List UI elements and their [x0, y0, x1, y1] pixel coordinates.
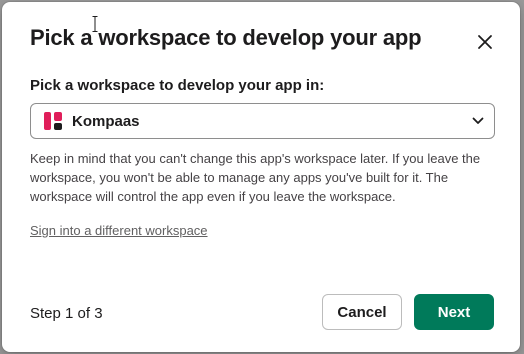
- chevron-down-icon: [472, 117, 484, 124]
- workspace-field-label: Pick a workspace to develop your app in:: [30, 77, 325, 94]
- text-cursor-icon: [92, 16, 98, 32]
- close-icon: [478, 35, 492, 49]
- cancel-button[interactable]: Cancel: [322, 294, 402, 330]
- workspace-select[interactable]: Kompaas: [30, 103, 495, 139]
- dialog-title: Pick a workspace to develop your app: [30, 25, 422, 50]
- workspace-help-text: Keep in mind that you can't change this …: [30, 151, 481, 204]
- workspace-logo-icon: [42, 110, 64, 132]
- selected-workspace-name: Kompaas: [72, 112, 140, 130]
- close-button[interactable]: [472, 29, 498, 55]
- next-button[interactable]: Next: [414, 294, 494, 330]
- step-indicator: Step 1 of 3: [30, 305, 103, 322]
- workspace-picker-dialog: Pick a workspace to develop your app Pic…: [2, 2, 520, 352]
- sign-into-different-workspace-link[interactable]: Sign into a different workspace: [30, 223, 208, 238]
